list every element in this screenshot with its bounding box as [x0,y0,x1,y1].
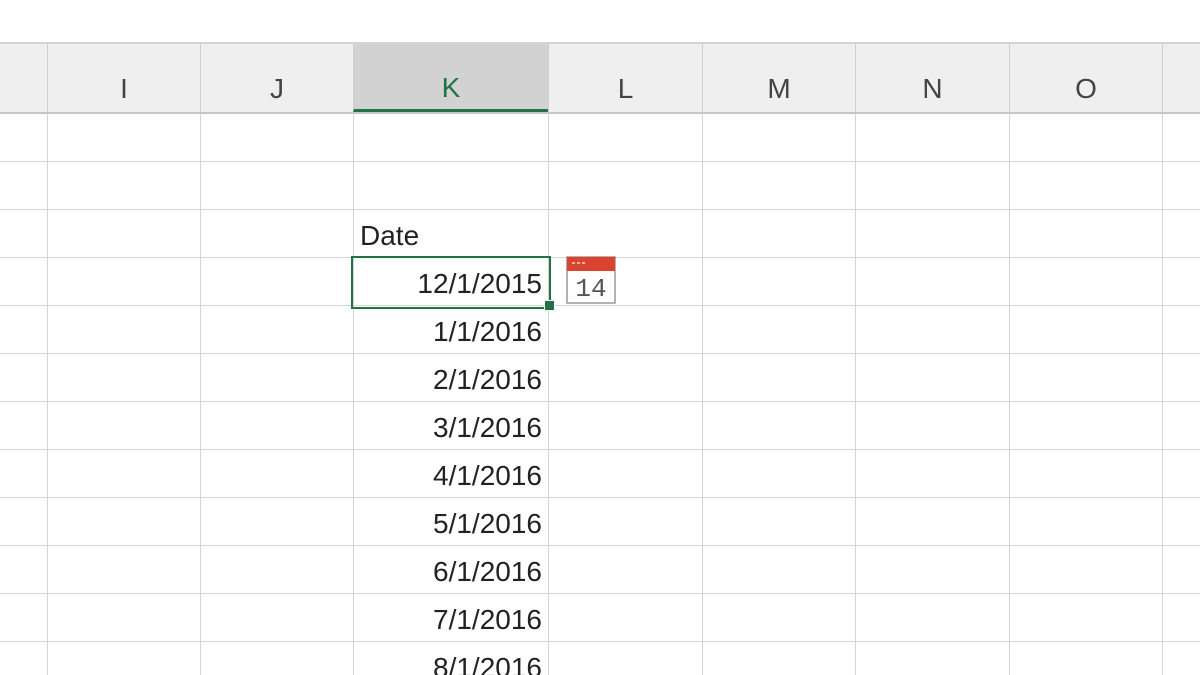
column-header-l[interactable]: L [548,44,702,112]
gridline [855,114,856,675]
gridline [0,209,1200,210]
gridline [702,114,703,675]
date-cell[interactable]: 2/1/2016 [356,356,542,404]
date-cell[interactable]: 3/1/2016 [356,404,542,452]
gridline [47,114,48,675]
gridline [0,449,1200,450]
date-cell[interactable]: 6/1/2016 [356,548,542,596]
gridline [0,401,1200,402]
column-header-partial [1162,44,1200,112]
toolbar-strip [0,0,1200,44]
gridline [1162,114,1163,675]
date-cell[interactable]: 5/1/2016 [356,500,542,548]
calendar-icon[interactable]: 14 [566,256,616,304]
date-cell[interactable]: 4/1/2016 [356,452,542,500]
gridline [0,161,1200,162]
date-cell[interactable]: 7/1/2016 [356,596,542,644]
column-header-bar: I J K L M N O [0,44,1200,114]
gridline [548,114,549,675]
fill-handle[interactable] [544,300,555,311]
gridline [0,545,1200,546]
date-cell[interactable]: 8/1/2016 [356,644,542,675]
gridline [0,593,1200,594]
gridline [0,353,1200,354]
gridline [0,497,1200,498]
date-cell[interactable]: 1/1/2016 [356,308,542,356]
gridline [200,114,201,675]
gridline [1009,114,1010,675]
calendar-day-number: 14 [575,274,606,304]
column-header-o[interactable]: O [1009,44,1162,112]
column-header-m[interactable]: M [702,44,855,112]
gridline [0,641,1200,642]
column-header-k[interactable]: K [353,44,548,112]
active-cell-border [351,256,551,309]
spreadsheet: I J K L M N O Date 12/1/2015 1/1/2016 2/… [0,0,1200,675]
column-header-j[interactable]: J [200,44,353,112]
gridline [0,305,1200,306]
date-header-cell[interactable]: Date [360,212,419,260]
column-header-n[interactable]: N [855,44,1009,112]
column-header-i[interactable]: I [47,44,200,112]
gridline [353,114,354,675]
